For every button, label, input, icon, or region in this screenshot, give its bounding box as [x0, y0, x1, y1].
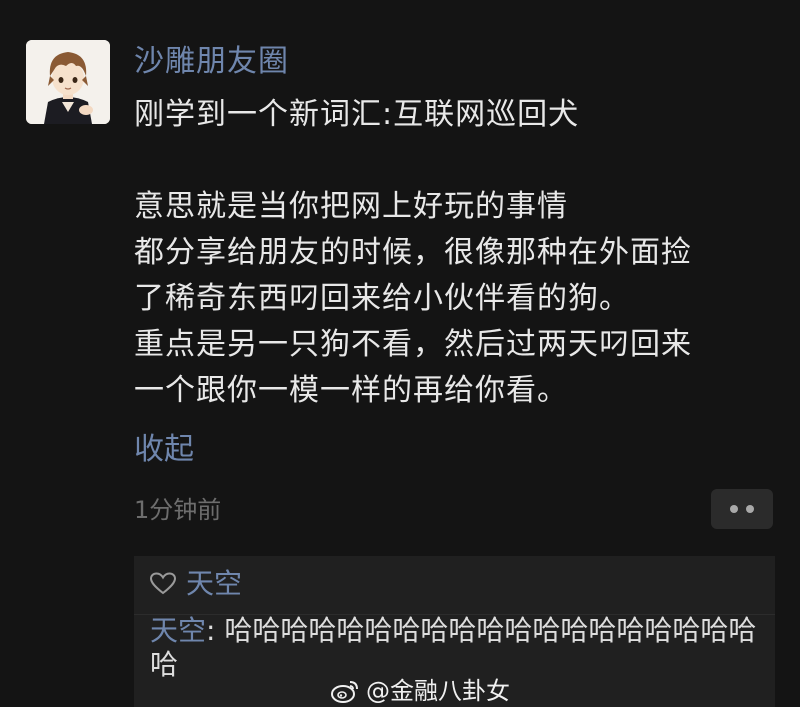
content-line: 了稀奇东西叼回来给小伙伴看的狗。: [134, 281, 630, 316]
content-line: 刚学到一个新词汇:互联网巡回犬: [134, 97, 580, 132]
content-blank-line: [134, 138, 774, 184]
moments-post: 沙雕朋友圈 刚学到一个新词汇:互联网巡回犬 意思就是当你把网上好玩的事情 都分享…: [0, 0, 800, 707]
like-user-name[interactable]: 天空: [186, 564, 242, 604]
watermark-text: @金融八卦女: [366, 677, 510, 705]
weibo-logo-icon: [331, 681, 358, 703]
content-line: 意思就是当你把网上好玩的事情: [134, 189, 568, 224]
more-options-button[interactable]: [711, 489, 773, 529]
content-line: 都分享给朋友的时候，很像那种在外面捡: [134, 235, 692, 270]
more-options-icon: [746, 505, 754, 513]
content-line: 一个跟你一模一样的再给你看。: [134, 373, 568, 408]
likes-row: 天空: [150, 564, 242, 604]
more-options-icon: [730, 505, 738, 513]
comment-item[interactable]: 天空: 哈哈哈哈哈哈哈哈哈哈哈哈哈哈哈哈哈哈哈哈: [150, 614, 766, 682]
post-author-name[interactable]: 沙雕朋友圈: [134, 42, 289, 82]
comment-author[interactable]: 天空: [150, 614, 206, 647]
content-line: 重点是另一只狗不看，然后过两天叼回来: [134, 327, 692, 362]
post-content: 刚学到一个新词汇:互联网巡回犬 意思就是当你把网上好玩的事情 都分享给朋友的时候…: [134, 92, 774, 414]
collapse-link[interactable]: 收起: [134, 430, 194, 470]
watermark: @金融八卦女: [330, 676, 510, 706]
comment-text: 哈哈哈哈哈哈哈哈哈哈哈哈哈哈哈哈哈哈哈哈: [150, 614, 757, 681]
comment-separator: :: [206, 614, 225, 647]
avatar-image: [26, 40, 110, 124]
avatar[interactable]: [26, 40, 110, 124]
post-timestamp: 1分钟前: [134, 496, 222, 524]
heart-icon: [150, 572, 176, 595]
